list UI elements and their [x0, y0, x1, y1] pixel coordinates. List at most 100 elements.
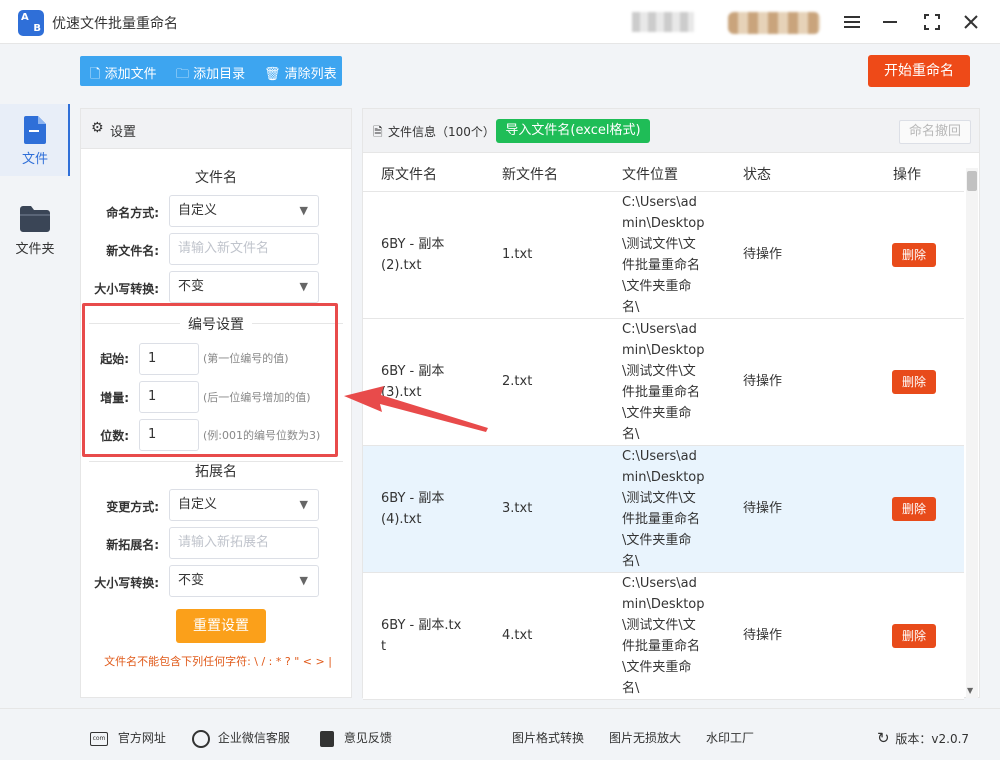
invalid-chars-warning: 文件名不能包含下列任何字符: \ / : * ? " < > |	[104, 655, 332, 668]
col-header-location: 文件位置	[622, 167, 678, 183]
status-text: 待操作	[743, 501, 783, 516]
ext-case-select[interactable]: 不变 ▼	[169, 565, 319, 597]
original-filename: t	[381, 639, 387, 654]
wechat-service-link[interactable]: 企业微信客服	[192, 729, 290, 748]
rail-item-file[interactable]: 文件	[0, 104, 70, 176]
original-filename: 6BY - 副本	[381, 491, 445, 506]
col-header-new: 新文件名	[502, 167, 558, 183]
version-label: 版本：v2.0.7	[895, 732, 970, 746]
import-excel-button[interactable]: 导入文件名(excel格式)	[496, 119, 650, 143]
file-location: C:\Users\ad	[622, 449, 697, 464]
table-row[interactable]: 6BY - 副本 (4).txt 3.txt C:\Users\ad min\Deskt…	[363, 446, 964, 573]
file-location: min\Desktop	[622, 216, 705, 231]
table-row[interactable]: 6BY - 副本.tx t 4.txt C:\Users\ad min\Desktop \…	[363, 573, 964, 700]
file-icon	[24, 116, 46, 144]
original-filename: 6BY - 副本	[381, 364, 445, 379]
ext-mode-label: 变更方式:	[106, 500, 159, 514]
minimize-icon[interactable]	[878, 10, 902, 34]
new-filename: 4.txt	[502, 628, 533, 643]
scroll-down-icon[interactable]: ▼	[967, 686, 973, 695]
version-info: ↻ 版本：v2.0.7	[877, 729, 969, 747]
new-filename: 2.txt	[502, 374, 533, 389]
undo-rename-button[interactable]: 命名撤回	[899, 120, 971, 144]
website-link[interactable]: com 官方网址	[90, 729, 166, 746]
naming-mode-value: 自定义	[178, 203, 218, 218]
col-header-action: 操作	[893, 167, 921, 183]
file-location: \文件夹重命	[622, 279, 692, 294]
rail-item-folder[interactable]: 文件夹	[0, 194, 70, 266]
side-rail: 文件 文件夹	[0, 44, 70, 760]
file-location: \文件夹重命	[622, 533, 692, 548]
new-ext-label: 新拓展名:	[106, 538, 159, 552]
watermark-link[interactable]: 水印工厂	[706, 729, 754, 746]
naming-mode-label: 命名方式:	[106, 206, 159, 220]
naming-mode-select[interactable]: 自定义 ▼	[169, 195, 319, 227]
filename-section-title: 文件名	[195, 170, 237, 186]
file-location: 名\	[622, 681, 640, 696]
scrollbar-track[interactable]	[966, 168, 978, 698]
delete-button[interactable]: 删除	[892, 497, 936, 521]
blurred-avatar[interactable]	[728, 12, 820, 34]
file-location: 名\	[622, 300, 640, 315]
maximize-icon[interactable]	[920, 10, 944, 34]
col-header-original: 原文件名	[381, 167, 437, 183]
delete-button[interactable]: 删除	[892, 370, 936, 394]
wechat-label: 企业微信客服	[217, 731, 290, 745]
chevron-down-icon: ▼	[299, 498, 308, 511]
table-row[interactable]: 6BY - 副本 (2).txt 1.txt C:\Users\ad min\Deskt…	[363, 192, 964, 319]
original-filename: (2).txt	[381, 258, 422, 273]
close-icon[interactable]	[959, 10, 983, 34]
app-title: 优速文件批量重命名	[52, 16, 178, 32]
file-location: 件批量重命名	[622, 258, 701, 273]
new-filename: 1.txt	[502, 247, 533, 262]
delete-button[interactable]: 删除	[892, 243, 936, 267]
feedback-link[interactable]: 意见反馈	[320, 729, 392, 747]
file-location: C:\Users\ad	[622, 195, 697, 210]
reset-settings-button[interactable]: 重置设置	[176, 609, 266, 643]
gear-icon: ⚙	[91, 120, 104, 136]
menu-icon[interactable]	[840, 10, 864, 34]
folder-icon	[20, 206, 50, 232]
ext-mode-select[interactable]: 自定义 ▼	[169, 489, 319, 521]
feedback-icon	[320, 730, 334, 747]
add-file-label: 添加文件	[104, 67, 157, 82]
filename-case-value: 不变	[178, 279, 205, 294]
extension-section-title: 拓展名	[195, 464, 237, 480]
file-location: min\Desktop	[622, 343, 705, 358]
file-location: \文件夹重命	[622, 406, 692, 421]
file-location: min\Desktop	[622, 597, 705, 612]
file-location: 件批量重命名	[622, 385, 701, 400]
image-convert-link[interactable]: 图片格式转换	[512, 729, 584, 746]
clear-list-label: 清除列表	[284, 67, 337, 82]
file-location: 件批量重命名	[622, 512, 701, 527]
clear-list-button[interactable]: 🗑 清除列表	[264, 63, 337, 82]
new-ext-input[interactable]: 请输入新拓展名	[169, 527, 319, 559]
file-location: \测试文件\文	[622, 237, 696, 252]
file-location: 件批量重命名	[622, 639, 701, 654]
file-location: 名\	[622, 427, 640, 442]
scrollbar-thumb[interactable]	[967, 171, 977, 191]
original-filename: 6BY - 副本	[381, 237, 445, 252]
col-header-status: 状态	[743, 167, 771, 183]
trash-icon: 🗑	[264, 67, 281, 82]
filename-case-select[interactable]: 不变 ▼	[169, 271, 319, 303]
chat-icon	[192, 729, 210, 748]
start-rename-button[interactable]: 开始重命名	[868, 55, 970, 87]
delete-button[interactable]: 删除	[892, 624, 936, 648]
image-enlarge-link[interactable]: 图片无损放大	[609, 729, 681, 746]
add-dir-button[interactable]: 🗀 添加目录	[176, 63, 245, 87]
document-icon: 🗎	[373, 125, 383, 139]
red-arrow-annotation	[344, 386, 488, 432]
blurred-user-info	[632, 12, 694, 32]
refresh-icon: ↻	[877, 729, 890, 747]
new-filename-input[interactable]: 请输入新文件名	[169, 233, 319, 265]
filename-case-label: 大小写转换:	[94, 282, 159, 296]
new-filename: 3.txt	[502, 501, 533, 516]
add-file-button[interactable]: 🗋 添加文件	[90, 63, 157, 87]
file-info-count: 文件信息（100个）	[388, 125, 495, 139]
ext-case-label: 大小写转换:	[94, 576, 159, 590]
feedback-label: 意见反馈	[343, 731, 392, 745]
status-text: 待操作	[743, 374, 783, 389]
file-location: \测试文件\文	[622, 364, 696, 379]
file-location: C:\Users\ad	[622, 322, 697, 337]
